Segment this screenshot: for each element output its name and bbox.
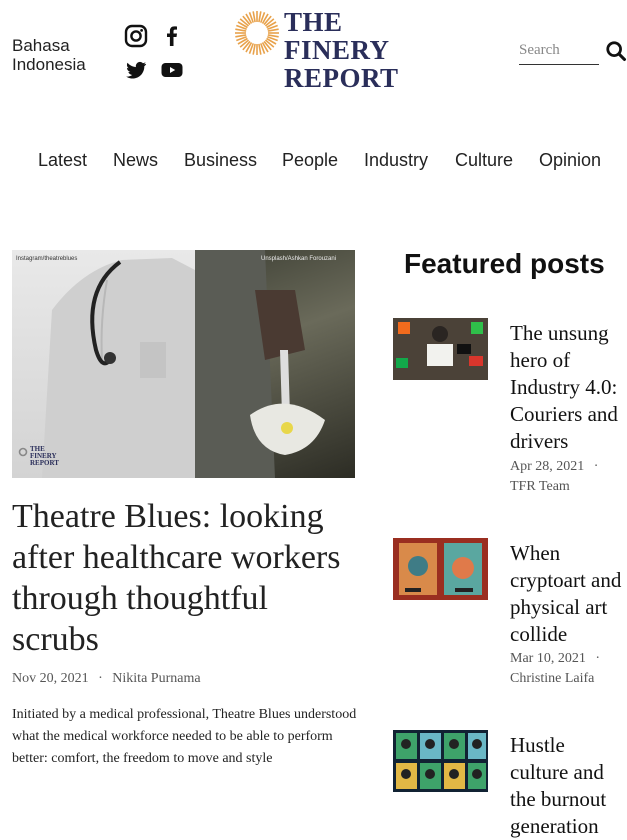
featured-post-2-date: Mar 10, 2021 [510,651,586,666]
featured-post-2-thumbnail[interactable] [393,538,488,600]
nav-item-culture[interactable]: Culture [455,150,513,171]
language-switch[interactable]: Bahasa Indonesia [12,36,86,74]
featured-post-1-meta: Apr 28, 2021 · TFR Team [510,457,598,497]
featured-post-2-author[interactable]: Christine Laifa [510,671,594,686]
twitter-icon[interactable] [124,58,148,82]
image-credit-right: Unsplash/Ashkan Forouzani [261,256,337,262]
cryptoart-image [393,538,488,600]
facebook-icon[interactable] [160,24,184,48]
main-nav: Latest News Business People Industry Cul… [0,146,627,176]
search-box [519,36,627,72]
featured-post-1-date: Apr 28, 2021 [510,459,585,474]
article-date: Nov 20, 2021 [12,671,89,686]
social-links [122,24,186,84]
featured-post-2-title[interactable]: When cryptoart and physical art collide [510,540,627,648]
youtube-icon[interactable] [160,58,184,82]
site-logo[interactable]: THE FINERY REPORT [232,8,422,96]
main-article-meta: Nov 20, 2021 · Nikita Purnama [12,671,201,687]
featured-posts-heading: Featured posts [404,248,605,279]
image-watermark-logo: THE FINERY REPORT [18,446,59,467]
article-author[interactable]: Nikita Purnama [112,671,200,686]
logo-line-2: FINERY [284,35,390,65]
language-line-2: Indonesia [12,55,86,74]
nav-item-business[interactable]: Business [184,150,257,171]
meta-separator: · [98,671,103,686]
search-icon[interactable] [605,40,627,62]
watermark-sun-icon [18,447,28,457]
featured-post-1-author[interactable]: TFR Team [510,479,570,494]
watermark-line-3: REPORT [30,459,59,467]
couriers-image [393,318,488,380]
nav-item-latest[interactable]: Latest [38,150,87,171]
instagram-icon[interactable] [124,24,148,48]
logo-wordmark: THE FINERY REPORT [284,8,399,92]
language-line-1: Bahasa [12,36,70,55]
mask-illustration [195,250,325,478]
burnout-image [393,730,488,792]
logo-line-1: THE [284,7,343,37]
nav-item-news[interactable]: News [113,150,158,171]
scrubs-photo: Instagram/theatreblues THE FINERY REPORT [12,250,195,478]
meta-separator: · [593,459,599,474]
scrubs-illustration [42,258,195,478]
featured-post-1-thumbnail[interactable] [393,318,488,380]
mask-photo: Unsplash/Ashkan Forouzani [195,250,355,478]
search-input[interactable] [519,36,599,65]
main-article-headline[interactable]: Theatre Blues: looking after healthcare … [12,496,357,660]
meta-separator: · [595,651,600,666]
featured-post-3-title[interactable]: Hustle culture and the burnout generatio… [510,732,627,840]
image-credit-left: Instagram/theatreblues [16,256,78,262]
nav-item-people[interactable]: People [282,150,338,171]
featured-post-2-meta: Mar 10, 2021 · Christine Laifa [510,649,600,689]
main-article-excerpt: Initiated by a medical professional, The… [12,707,357,766]
featured-post-1-title[interactable]: The unsung hero of Industry 4.0: Courier… [510,320,627,455]
nav-item-opinion[interactable]: Opinion [539,150,601,171]
logo-line-3: REPORT [284,63,399,93]
sunburst-icon [235,11,279,55]
main-article-image[interactable]: Instagram/theatreblues THE FINERY REPORT… [12,250,355,478]
featured-post-3-thumbnail[interactable] [393,730,488,792]
nav-item-industry[interactable]: Industry [364,150,428,171]
